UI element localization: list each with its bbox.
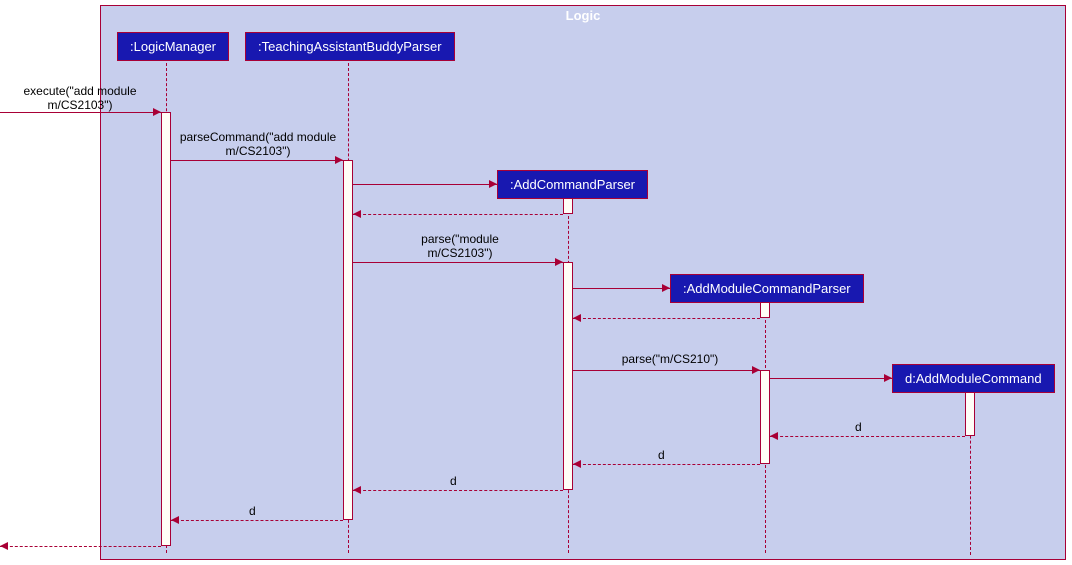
arrow-return-acp — [353, 214, 563, 215]
msg-return-d3: d — [450, 474, 457, 488]
msg-pm-2: m/CS2103") — [428, 246, 493, 260]
arrow-create-amc — [770, 378, 892, 379]
arrow-execute — [0, 112, 161, 113]
msg-parse-mcs: parse("m/CS210") — [610, 352, 730, 366]
arrow-return-amcp — [573, 318, 760, 319]
msg-parse-module: parse("module m/CS2103") — [380, 232, 540, 260]
arrowhead-return-amcp — [573, 314, 581, 322]
participant-add-module-command: d:AddModuleCommand — [892, 364, 1055, 393]
arrowhead-parse-mcs — [752, 366, 760, 374]
arrowhead-return-d2 — [573, 460, 581, 468]
msg-pc-2: m/CS2103") — [226, 144, 291, 158]
arrowhead-parse-module — [555, 258, 563, 266]
msg-return-d1: d — [855, 420, 862, 434]
arrowhead-return-acp — [353, 210, 361, 218]
activation-add-module-parser-2 — [760, 370, 770, 464]
participant-logic-manager: :LogicManager — [117, 32, 229, 61]
activation-logic-manager — [161, 112, 171, 546]
participant-add-module-command-parser: :AddModuleCommandParser — [670, 274, 864, 303]
arrow-parse-mcs — [573, 370, 760, 371]
frame-title: Logic — [556, 6, 611, 25]
participant-parser: :TeachingAssistantBuddyParser — [245, 32, 455, 61]
msg-return-d4: d — [249, 504, 256, 518]
arrow-parse-command — [171, 160, 343, 161]
arrowhead-create-acp — [489, 180, 497, 188]
arrow-create-acp — [353, 184, 497, 185]
msg-parse-command: parseCommand("add module m/CS2103") — [168, 130, 348, 158]
arrowhead-return-d1 — [770, 432, 778, 440]
arrow-return-d4 — [171, 520, 343, 521]
arrow-parse-module — [353, 262, 563, 263]
participant-add-command-parser: :AddCommandParser — [497, 170, 648, 199]
msg-pm-1: parse("module — [421, 232, 499, 246]
msg-execute-2: m/CS2103") — [48, 98, 113, 112]
arrowhead-create-amc — [884, 374, 892, 382]
arrowhead-return-out — [0, 542, 8, 550]
arrowhead-create-amcp — [662, 284, 670, 292]
arrow-return-d1 — [770, 436, 965, 437]
msg-execute: execute("add module m/CS2103") — [0, 84, 160, 112]
msg-execute-1: execute("add module — [24, 84, 137, 98]
arrow-return-d2 — [573, 464, 760, 465]
logic-frame: Logic — [100, 5, 1066, 560]
activation-add-module-command — [965, 390, 975, 436]
activation-add-command-parser-2 — [563, 262, 573, 490]
arrow-return-d3 — [353, 490, 563, 491]
msg-return-d2: d — [658, 448, 665, 462]
arrow-return-out — [0, 546, 161, 547]
activation-parser — [343, 160, 353, 520]
arrow-create-amcp — [573, 288, 670, 289]
msg-pc-1: parseCommand("add module — [180, 130, 336, 144]
arrowhead-return-d4 — [171, 516, 179, 524]
arrowhead-return-d3 — [353, 486, 361, 494]
